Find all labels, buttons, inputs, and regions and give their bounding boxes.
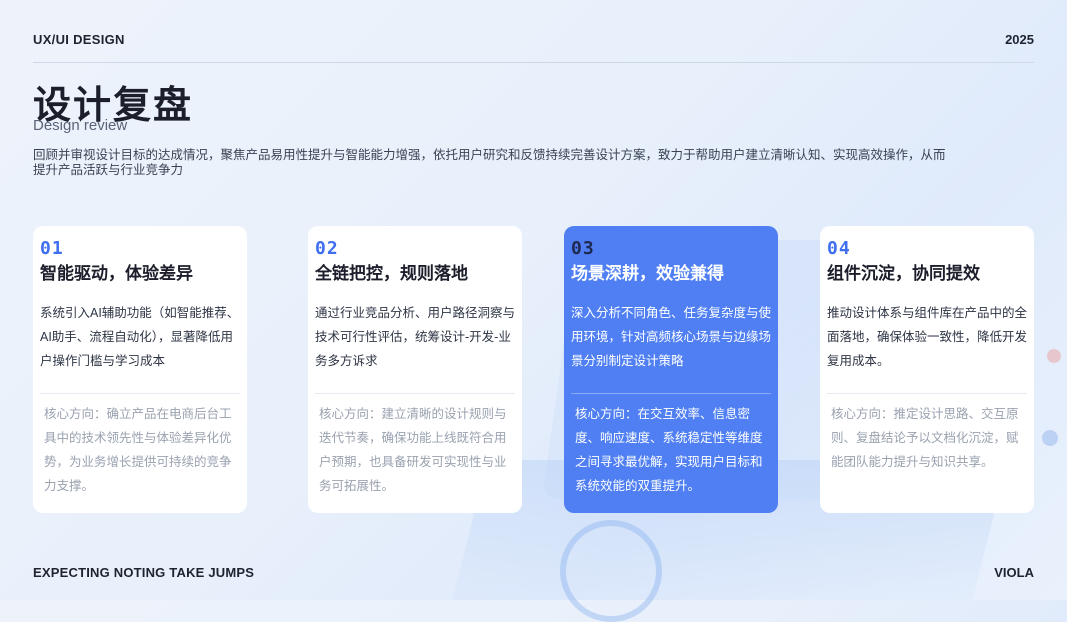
divider (33, 62, 1034, 63)
footer-author: VIOLA (994, 565, 1034, 580)
card-title: 场景深耕，效验兼得 (571, 264, 724, 284)
card-core-direction: 核心方向：建立清晰的设计规则与迭代节奏，确保功能上线既符合用户预期，也具备研发可… (319, 407, 507, 493)
card-number: 02 (315, 238, 339, 259)
card-core-direction: 核心方向：在交互效率、信息密度、响应速度、系统稳定性等维度之间寻求最优解，实现用… (575, 407, 763, 493)
page-description: 回顾并审视设计目标的达成情况，聚焦产品易用性提升与智能能力增强，依托用户研究和反… (33, 148, 946, 177)
review-card-3[interactable]: 03 场景深耕，效验兼得 深入分析不同角色、任务复杂度与使用环境，针对高频核心场… (564, 226, 778, 513)
card-core-direction: 核心方向：推定设计思路、交互原则、复盘结论予以文档化沉淀，赋能团队能力提升与知识… (831, 407, 1019, 469)
card-body: 通过行业竞品分析、用户路径洞察与技术可行性评估，统筹设计-开发-业务多方诉求 (315, 306, 516, 368)
card-number: 04 (827, 238, 851, 259)
top-bar: UX/UI DESIGN 2025 (33, 29, 1034, 49)
review-card-4[interactable]: 04 组件沉淀，协同提效 推动设计体系与组件库在产品中的全面落地，确保体验一致性… (820, 226, 1034, 513)
wifi-decoration-icon (560, 520, 662, 622)
card-body: 系统引入AI辅助功能（如智能推荐、AI助手、流程自动化），显著降低用户操作门槛与… (40, 306, 240, 368)
card-body: 推动设计体系与组件库在产品中的全面落地，确保体验一致性，降低开发复用成本。 (827, 306, 1028, 368)
footer-slogan: EXPECTING NOTING TAKE JUMPS (33, 565, 255, 580)
brand-label: UX/UI DESIGN (33, 31, 125, 47)
year-label: 2025 (1005, 31, 1034, 47)
card-divider (571, 393, 771, 394)
card-divider (40, 393, 240, 394)
card-divider (827, 393, 1027, 394)
card-body: 深入分析不同角色、任务复杂度与使用环境，针对高频核心场景与边缘场景分别制定设计策… (571, 306, 772, 368)
review-card-2[interactable]: 02 全链把控，规则落地 通过行业竞品分析、用户路径洞察与技术可行性评估，统筹设… (308, 226, 522, 513)
review-card-1[interactable]: 01 智能驱动，体验差异 系统引入AI辅助功能（如智能推荐、AI助手、流程自动化… (33, 226, 247, 513)
decorative-dot (1042, 430, 1058, 446)
card-title: 全链把控，规则落地 (315, 264, 468, 284)
card-divider (315, 393, 515, 394)
card-title: 组件沉淀，协同提效 (827, 264, 980, 284)
card-number: 03 (571, 238, 595, 259)
page-subtitle: Design review (33, 117, 128, 134)
card-number: 01 (40, 238, 64, 259)
decorative-dot (1047, 349, 1061, 363)
card-title: 智能驱动，体验差异 (40, 264, 193, 284)
card-core-direction: 核心方向：确立产品在电商后台工具中的技术领先性与体验差异化优势，为业务增长提供可… (44, 407, 232, 493)
